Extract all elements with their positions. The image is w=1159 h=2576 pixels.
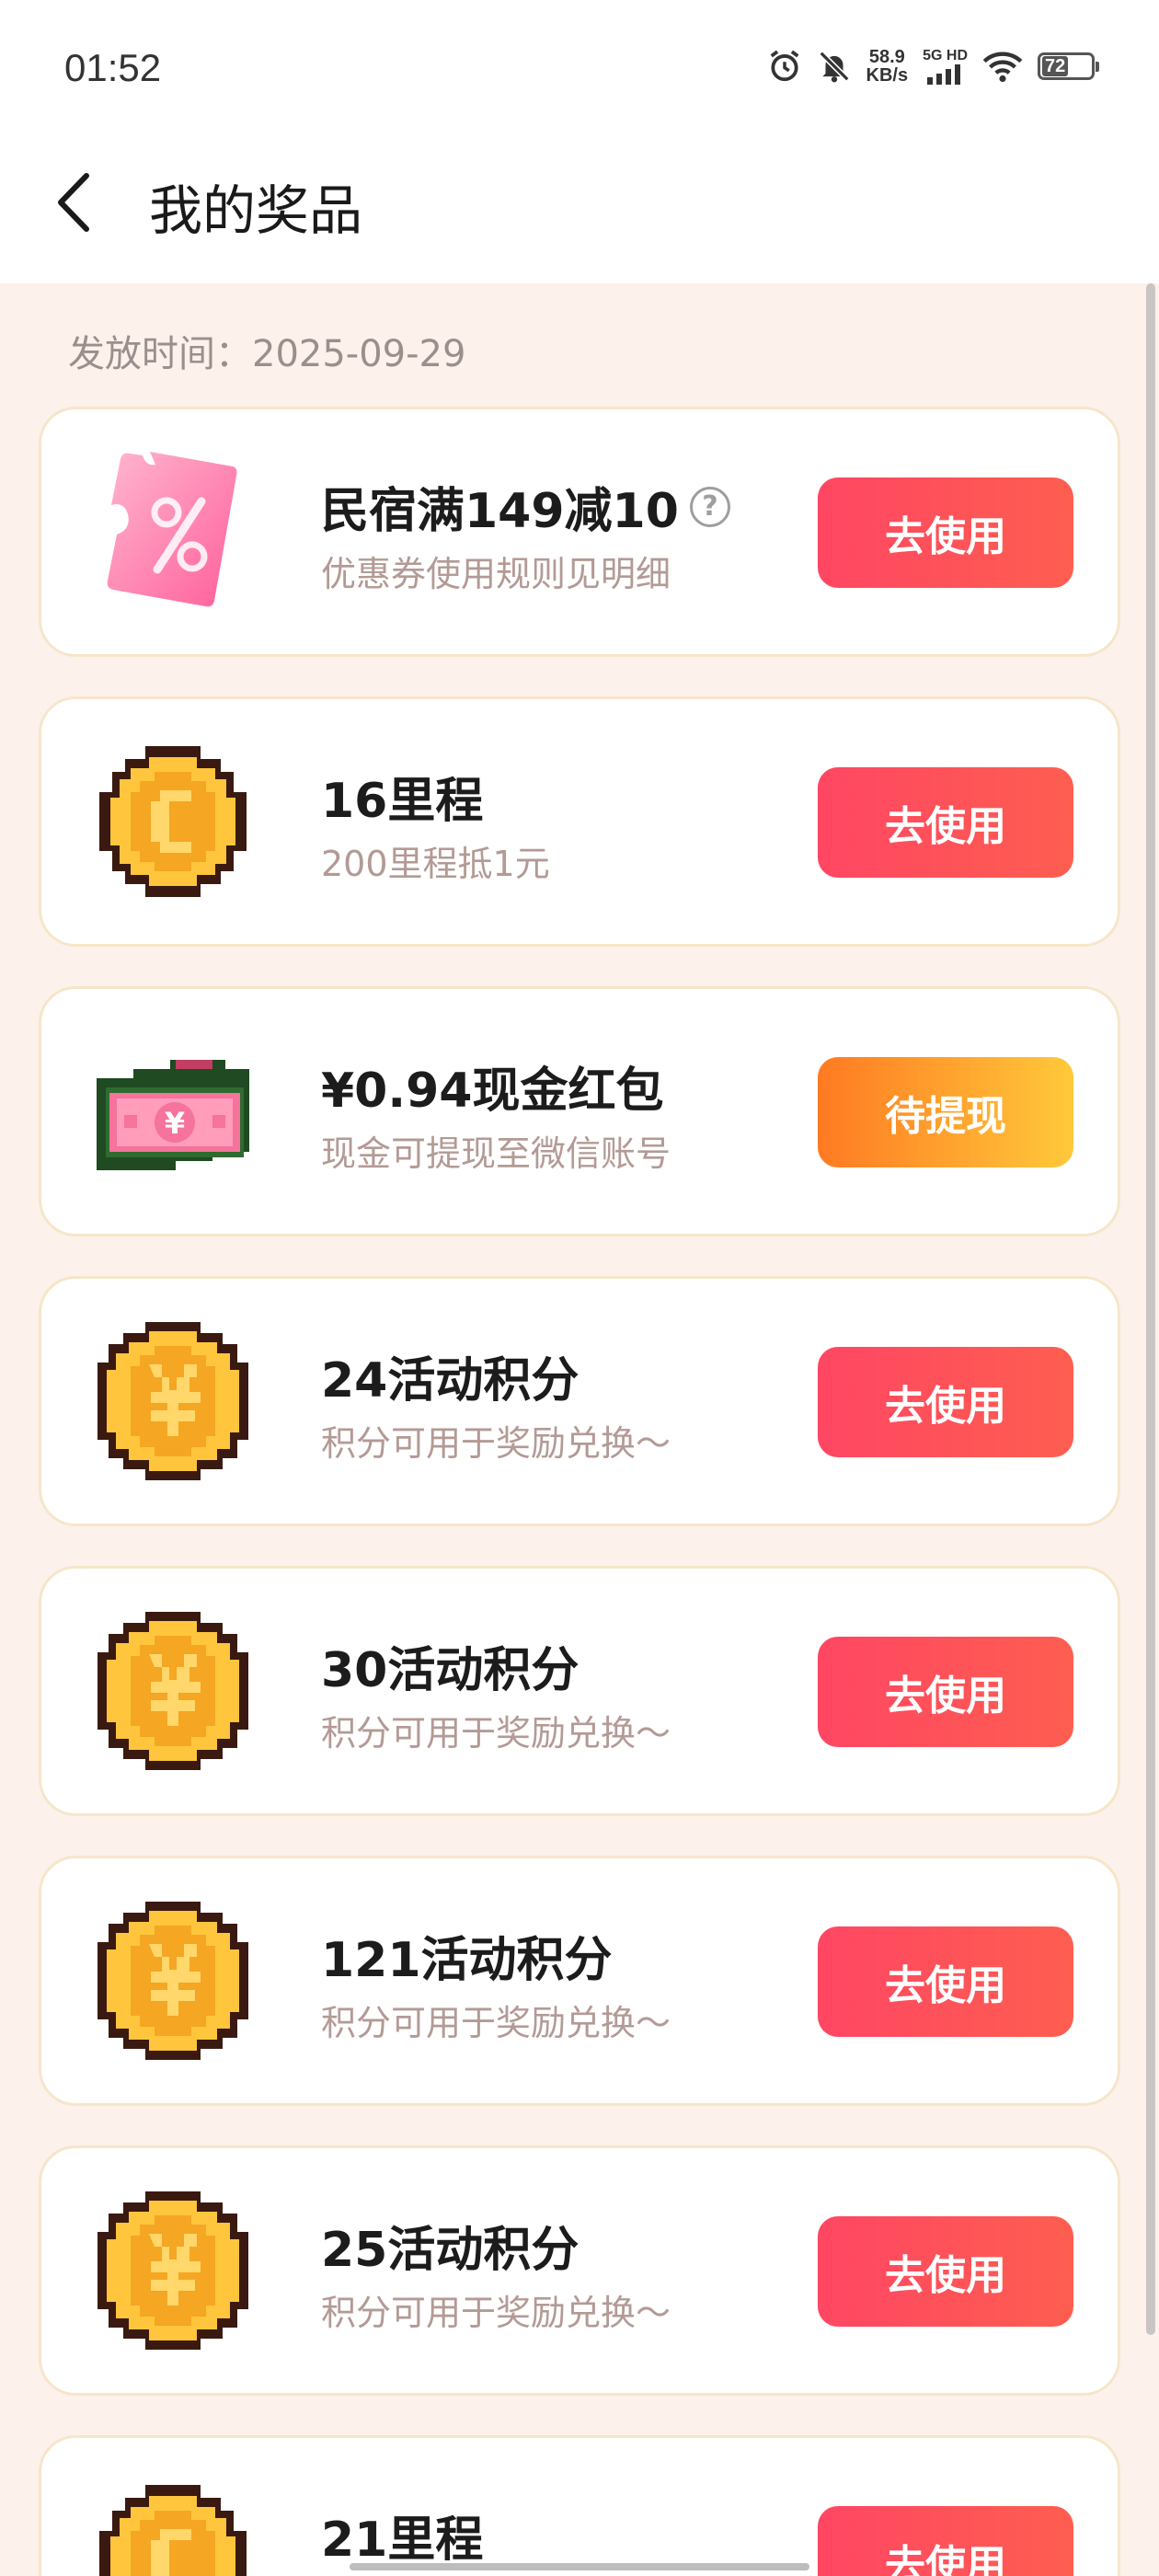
prize-title: 21里程 bbox=[321, 2513, 484, 2568]
back-button[interactable] bbox=[37, 166, 110, 239]
prize-subtitle: 积分可用于奖励兑换～ bbox=[321, 1423, 671, 1464]
use-button[interactable]: 去使用 bbox=[818, 2506, 1073, 2576]
mileage-coin-icon bbox=[87, 736, 258, 907]
issue-date: 发放时间：2025-09-29 bbox=[68, 333, 466, 375]
page-header: 我的奖品 bbox=[0, 138, 1159, 283]
prize-card: 30活动积分 积分可用于奖励兑换～ 去使用 bbox=[39, 1566, 1120, 1816]
use-button[interactable]: 去使用 bbox=[818, 2216, 1073, 2327]
coupon-icon bbox=[87, 446, 258, 617]
signal-block: 5G HD bbox=[923, 48, 968, 85]
wifi-icon bbox=[982, 50, 1023, 83]
yuan-coin-icon bbox=[87, 1605, 258, 1777]
use-button[interactable]: 去使用 bbox=[818, 1926, 1073, 2037]
prize-subtitle: 积分可用于奖励兑换～ bbox=[321, 2293, 671, 2333]
prize-subtitle: 现金可提现至微信账号 bbox=[321, 1133, 671, 1174]
prize-card: 民宿满149减10 ? 优惠券使用规则见明细 去使用 bbox=[39, 407, 1120, 657]
signal-label: 5G HD bbox=[923, 48, 968, 63]
prize-title: 民宿满149减10 ? bbox=[321, 472, 730, 541]
mileage-coin-icon bbox=[87, 2475, 258, 2576]
prize-title: 30活动积分 bbox=[321, 1643, 580, 1698]
prize-card: 21里程 去使用 bbox=[39, 2435, 1120, 2576]
cellular-signal-icon bbox=[925, 64, 966, 85]
mute-bell-icon bbox=[817, 49, 852, 84]
alarm-icon bbox=[767, 49, 802, 84]
prize-subtitle: 积分可用于奖励兑换～ bbox=[321, 1713, 671, 1754]
prize-title: 121活动积分 bbox=[321, 1933, 613, 1988]
prize-subtitle: 200里程抵1元 bbox=[321, 844, 550, 884]
page-title: 我的奖品 bbox=[149, 179, 363, 242]
prize-title: 25活动积分 bbox=[321, 2223, 580, 2278]
prize-card: 24活动积分 积分可用于奖励兑换～ 去使用 bbox=[39, 1276, 1120, 1526]
scrollbar[interactable] bbox=[1146, 283, 1155, 2335]
chevron-left-icon bbox=[58, 173, 89, 232]
yuan-coin-icon bbox=[87, 2185, 258, 2356]
home-indicator[interactable] bbox=[350, 2563, 809, 2570]
withdraw-pending-button[interactable]: 待提现 bbox=[818, 1057, 1073, 1167]
prize-subtitle: 积分可用于奖励兑换～ bbox=[321, 2003, 671, 2043]
status-icons: 58.9 KB/s 5G HD 72 bbox=[767, 47, 1099, 86]
prize-card: 25活动积分 积分可用于奖励兑换～ 去使用 bbox=[39, 2145, 1120, 2396]
battery-level: 72 bbox=[1042, 56, 1069, 76]
net-speed: 58.9 KB/s bbox=[866, 47, 909, 86]
help-icon[interactable]: ? bbox=[689, 486, 730, 527]
use-button[interactable]: 去使用 bbox=[818, 1347, 1073, 1457]
prize-title: 24活动积分 bbox=[321, 1353, 580, 1409]
prize-card: ¥ ¥0.94现金红包 现金可提现至微信账号 待提现 bbox=[39, 986, 1120, 1236]
use-button[interactable]: 去使用 bbox=[818, 477, 1073, 588]
prize-subtitle: 优惠券使用规则见明细 bbox=[321, 554, 671, 594]
use-button[interactable]: 去使用 bbox=[818, 767, 1073, 878]
use-button[interactable]: 去使用 bbox=[818, 1637, 1073, 1747]
yuan-coin-icon bbox=[87, 1316, 258, 1487]
status-time: 01:52 bbox=[64, 46, 162, 89]
prize-card: 121活动积分 积分可用于奖励兑换～ 去使用 bbox=[39, 1856, 1120, 2106]
prize-title: 16里程 bbox=[321, 774, 484, 829]
status-bar: 01:52 58.9 KB/s 5G HD 72 bbox=[0, 0, 1159, 138]
battery-icon: 72 bbox=[1038, 52, 1099, 80]
svg-text:¥: ¥ bbox=[165, 1106, 185, 1141]
prize-title: ¥0.94现金红包 bbox=[321, 1064, 664, 1119]
yuan-coin-icon bbox=[87, 1895, 258, 2066]
prize-card: 16里程 200里程抵1元 去使用 bbox=[39, 696, 1120, 947]
cash-money-icon: ¥ bbox=[87, 1026, 258, 1197]
